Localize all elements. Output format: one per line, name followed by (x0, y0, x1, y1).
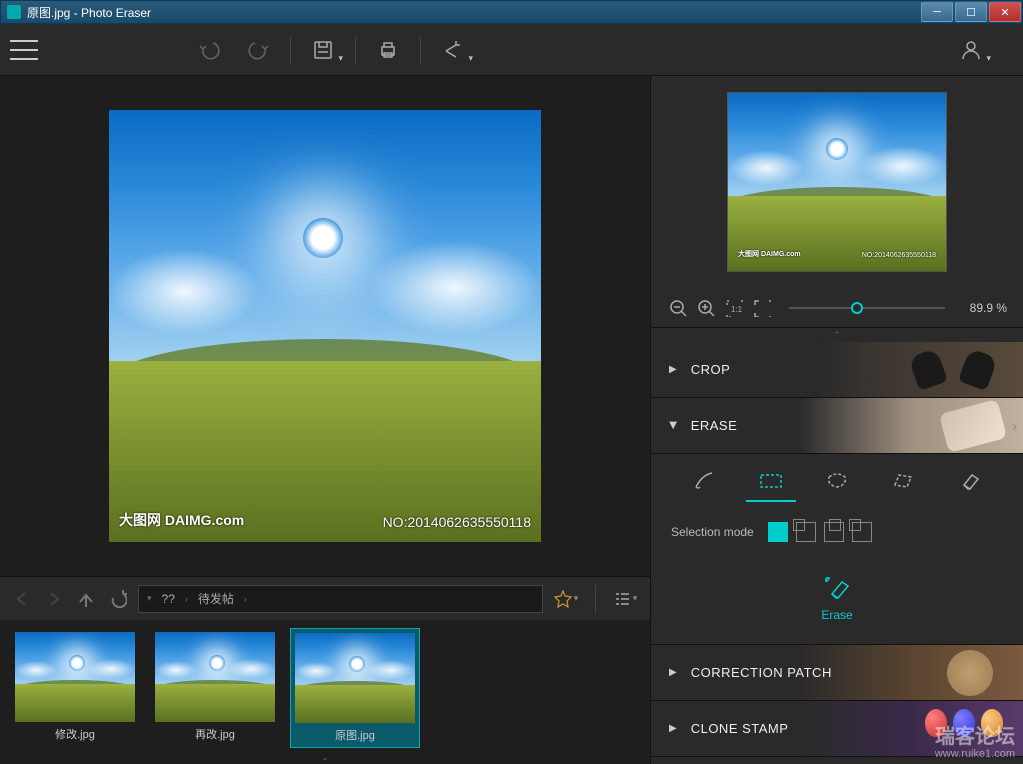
collapse-thumbnails-button[interactable]: ⌄ (0, 750, 650, 764)
panel-title: ERASE (691, 418, 738, 433)
redo-button[interactable] (236, 30, 280, 70)
breadcrumb[interactable]: ▾ ?? › 待发帖 › (138, 585, 543, 613)
panel-title: CORRECTION PATCH (691, 665, 832, 680)
selection-subtract-button[interactable] (824, 522, 844, 542)
window-maximize-button[interactable]: ☐ (955, 2, 987, 22)
thumbnail-label: 修改.jpg (55, 726, 95, 742)
nav-forward-button[interactable] (42, 587, 66, 611)
main-image: 大图网 DAIMG.com NO:2014062635550118 (109, 110, 541, 542)
erase-action-label: Erase (821, 608, 852, 622)
correction-patch-panel-header[interactable]: ▶ CORRECTION PATCH (651, 645, 1023, 701)
svg-text:1:1: 1:1 (731, 305, 743, 314)
undo-icon (199, 39, 221, 61)
nav-refresh-button[interactable] (106, 587, 130, 611)
share-button[interactable]: ▾ (431, 30, 475, 70)
undo-button[interactable] (188, 30, 232, 70)
window-close-button[interactable]: ✕ (989, 2, 1021, 22)
zoom-controls: 1:1 89.9 % (651, 288, 1023, 328)
zoom-fill-button[interactable] (751, 297, 773, 319)
marquee-tool-button[interactable] (746, 462, 796, 502)
polygon-tool-button[interactable] (878, 462, 928, 502)
brush-tool-button[interactable] (679, 462, 729, 502)
expand-arrow-icon: › (1012, 418, 1017, 434)
canvas-panel: 大图网 DAIMG.com NO:2014062635550118 ▾ ?? ›… (0, 76, 650, 764)
thumbnail-item[interactable]: 修改.jpg (10, 628, 140, 746)
zoom-value: 89.9 % (961, 301, 1007, 315)
collapse-preview-button[interactable]: ⌃ (651, 328, 1023, 342)
zoom-out-button[interactable] (667, 297, 689, 319)
canvas-viewport[interactable]: 大图网 DAIMG.com NO:2014062635550118 (0, 76, 650, 576)
selection-add-button[interactable] (796, 522, 816, 542)
thumbnail-strip: 修改.jpg 再改.jpg 原图.jpg (0, 620, 650, 750)
lasso-tool-button[interactable] (812, 462, 862, 502)
panel-title: CROP (691, 362, 731, 377)
erase-panel-header[interactable]: ▶ ERASE › (651, 398, 1023, 454)
zoom-in-button[interactable] (695, 297, 717, 319)
thumbnail-label: 原图.jpg (335, 727, 375, 743)
nav-up-button[interactable] (74, 587, 98, 611)
nav-back-button[interactable] (10, 587, 34, 611)
selection-new-button[interactable] (768, 522, 788, 542)
print-button[interactable] (366, 30, 410, 70)
expand-icon: ▶ (669, 364, 677, 375)
menu-button[interactable] (10, 40, 38, 60)
selection-mode-label: Selection mode (671, 525, 754, 539)
view-options-button[interactable]: ▾ (610, 585, 640, 613)
thumbnail-item[interactable]: 原图.jpg (290, 628, 420, 748)
window-minimize-button[interactable]: ─ (921, 2, 953, 22)
save-button[interactable]: ▾ (301, 30, 345, 70)
save-icon (312, 39, 334, 61)
expand-icon: ▶ (669, 667, 677, 678)
image-watermark-right: NO:2014062635550118 (383, 514, 531, 530)
window-title: 原图.jpg - Photo Eraser (27, 4, 920, 21)
page-watermark: 瑞客论坛 www.ruike1.com (935, 726, 1015, 760)
erase-action-icon (824, 576, 850, 602)
panel-title: CLONE STAMP (691, 721, 789, 736)
user-icon (960, 39, 982, 61)
share-icon (442, 39, 464, 61)
navigation-bar: ▾ ?? › 待发帖 › ▾ ▾ (0, 576, 650, 620)
zoom-slider[interactable] (789, 307, 945, 309)
redo-icon (247, 39, 269, 61)
right-panel: 大图网 DAIMG.com NO:2014062635550118 1:1 89… (650, 76, 1023, 764)
favorite-button[interactable]: ▾ (551, 585, 581, 613)
erase-tools-panel: Selection mode Erase (651, 454, 1023, 645)
zoom-fit-button[interactable]: 1:1 (723, 297, 745, 319)
expand-icon: ▶ (669, 723, 677, 734)
crop-panel-header[interactable]: ▶ CROP (651, 342, 1023, 398)
main-toolbar: ▾ ▾ ▾ (0, 24, 1023, 76)
erase-action-button[interactable]: Erase (651, 554, 1023, 644)
collapse-icon: ▶ (667, 422, 678, 430)
user-button[interactable]: ▾ (949, 30, 993, 70)
app-icon (7, 5, 21, 19)
print-icon (377, 39, 399, 61)
eraser-tool-button[interactable] (945, 462, 995, 502)
thumbnail-item[interactable]: 再改.jpg (150, 628, 280, 746)
breadcrumb-seg-1: ?? (162, 592, 175, 606)
preview-image: 大图网 DAIMG.com NO:2014062635550118 (727, 92, 947, 272)
selection-intersect-button[interactable] (852, 522, 872, 542)
preview-container: 大图网 DAIMG.com NO:2014062635550118 (651, 76, 1023, 288)
window-titlebar: 原图.jpg - Photo Eraser ─ ☐ ✕ (0, 0, 1023, 24)
breadcrumb-seg-2: 待发帖 (198, 590, 234, 607)
image-watermark-left: 大图网 DAIMG.com (119, 510, 244, 530)
thumbnail-label: 再改.jpg (195, 726, 235, 742)
